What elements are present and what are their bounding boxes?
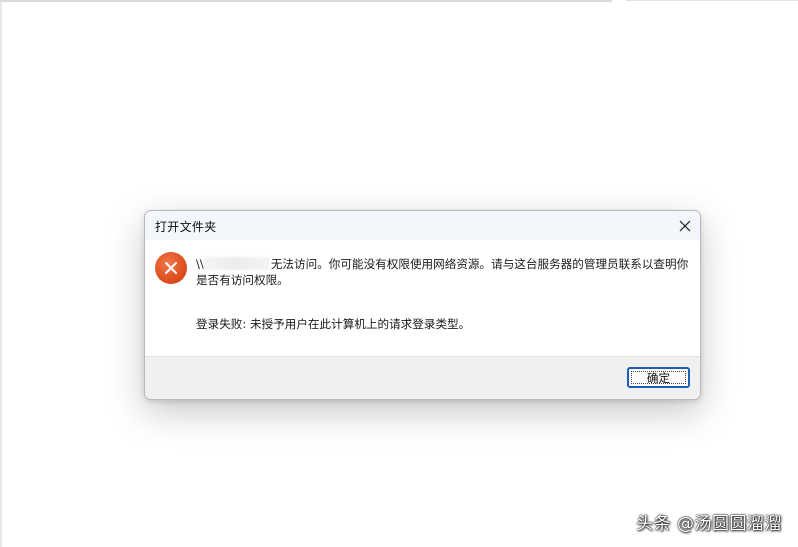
server-name-redacted: [203, 257, 270, 270]
dialog-content: \\ 无法访问。你可能没有权限使用网络资源。请与这台服务器的管理员联系以查明你是否…: [145, 240, 700, 356]
window-top-edge-right: [626, 0, 798, 1]
window-left-edge: [0, 0, 2, 547]
ok-button[interactable]: 确定: [627, 367, 690, 388]
server-path-prefix: \\: [196, 257, 204, 271]
close-icon: [679, 220, 691, 231]
error-detail: 登录失败: 未授予用户在此计算机上的请求登录类型。: [196, 317, 471, 331]
window-top-edge: [0, 0, 612, 2]
dialog-titlebar[interactable]: 打开文件夹: [145, 211, 700, 240]
error-icon: [155, 252, 187, 284]
dialog-footer: 确定: [145, 356, 700, 399]
ok-button-label: 确定: [646, 371, 671, 385]
error-message-text: 无法访问。你可能没有权限使用网络资源。请与这台服务器的管理员联系以查明你是否有访…: [196, 257, 689, 287]
dialog-title: 打开文件夹: [155, 220, 217, 234]
watermark: 头条 @汤圆圆溜溜: [636, 514, 782, 534]
desktop-background: 打开文件夹 \\ 无法访问。你可能没有权限使用网络资源。请与这台服务器的管理员联系…: [0, 0, 798, 547]
open-folder-error-dialog: 打开文件夹 \\ 无法访问。你可能没有权限使用网络资源。请与这台服务器的管理员联系…: [144, 210, 701, 400]
close-button[interactable]: [670, 211, 700, 240]
error-message: \\ 无法访问。你可能没有权限使用网络资源。请与这台服务器的管理员联系以查明你是否…: [196, 256, 692, 288]
